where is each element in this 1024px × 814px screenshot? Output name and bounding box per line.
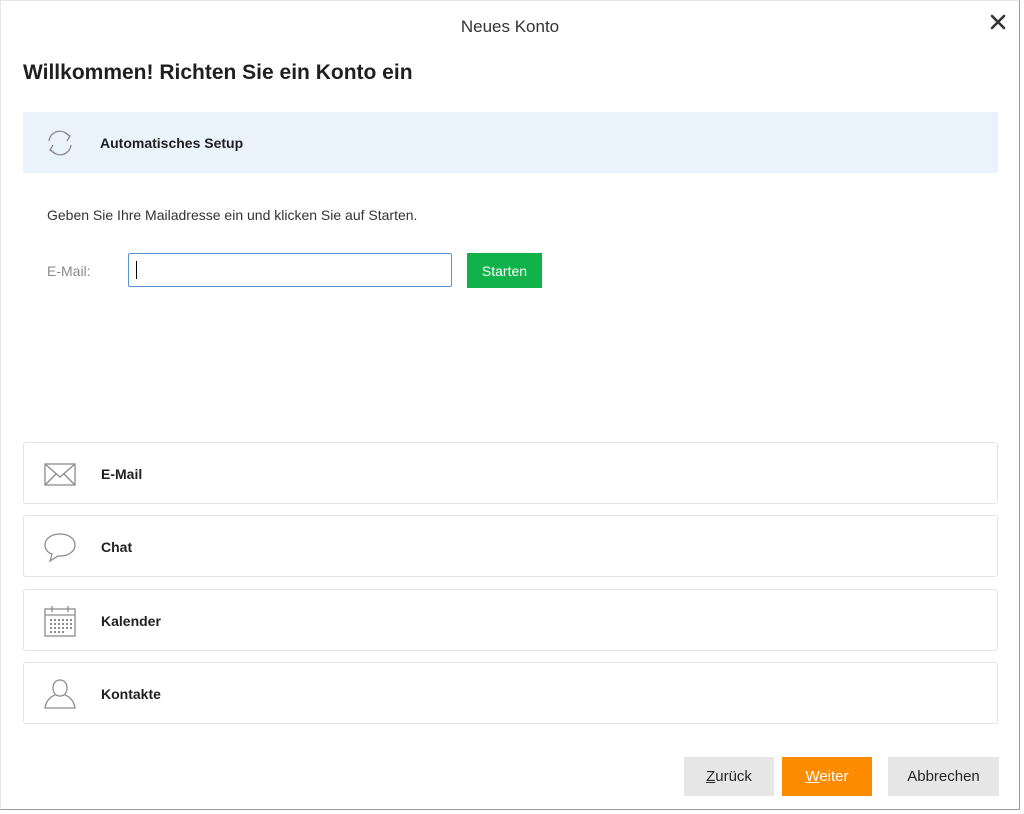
next-button[interactable]: Weiter <box>782 757 872 796</box>
page-heading: Willkommen! Richten Sie ein Konto ein <box>23 61 413 84</box>
title-bar: Neues Konto <box>1 1 1019 51</box>
account-type-email[interactable]: E-Mail <box>23 442 998 504</box>
cancel-button[interactable]: Abbrechen <box>888 757 999 796</box>
close-button[interactable] <box>987 11 1009 33</box>
back-access-key: Z <box>706 768 716 785</box>
email-input[interactable] <box>128 253 452 287</box>
next-access-key: W <box>805 768 820 785</box>
new-account-dialog: Neues Konto Willkommen! Richten Sie ein … <box>0 0 1020 810</box>
next-label-rest: eiter <box>819 768 849 785</box>
close-icon <box>990 14 1006 30</box>
window-title: Neues Konto <box>460 17 560 36</box>
text-caret <box>136 261 137 279</box>
account-type-label: Kontakte <box>101 686 161 702</box>
account-type-calendar[interactable]: Kalender <box>23 589 998 651</box>
chat-bubble-icon <box>44 533 76 563</box>
envelope-icon <box>44 463 76 486</box>
calendar-icon <box>44 606 76 637</box>
email-label: E-Mail: <box>47 263 91 279</box>
setup-instruction: Geben Sie Ihre Mailadresse ein und klick… <box>47 207 418 223</box>
account-type-label: Chat <box>101 539 133 555</box>
back-label-rest: urück <box>715 768 752 785</box>
account-type-label: E-Mail <box>101 466 143 482</box>
start-button[interactable]: Starten <box>467 253 542 288</box>
automatic-setup-label: Automatisches Setup <box>100 135 244 151</box>
account-type-chat[interactable]: Chat <box>23 515 998 577</box>
automatic-setup-section[interactable]: Automatisches Setup <box>23 112 998 173</box>
account-type-contacts[interactable]: Kontakte <box>23 662 998 724</box>
account-type-label: Kalender <box>101 613 161 629</box>
refresh-icon <box>48 130 72 156</box>
person-icon <box>44 679 76 709</box>
back-button[interactable]: Zurück <box>684 757 774 796</box>
